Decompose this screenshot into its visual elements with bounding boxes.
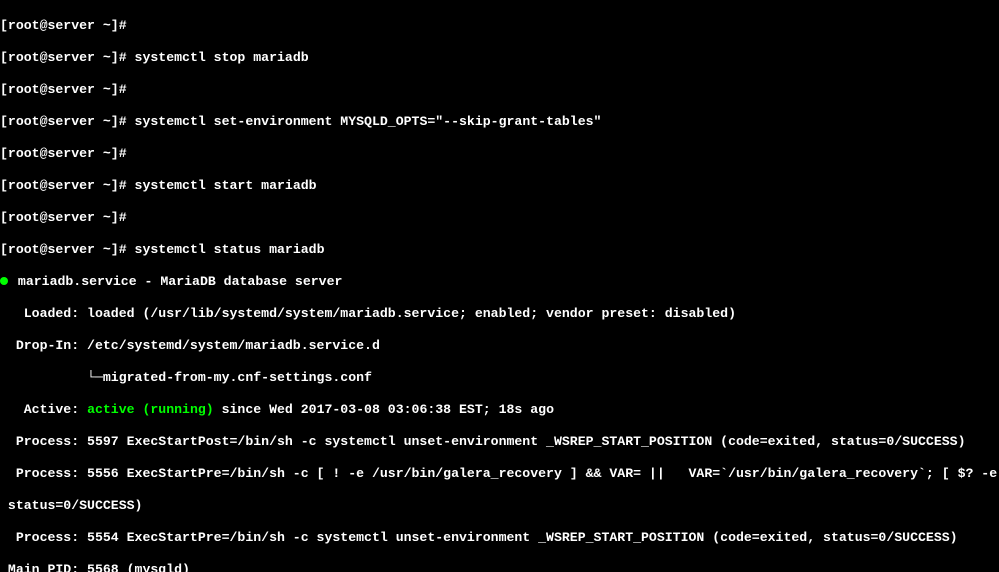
shell-prompt: [root@server ~]#: [0, 114, 135, 129]
process-line-2b: status=0/SUCCESS): [0, 498, 999, 514]
prompt-line: [root@server ~]#: [0, 18, 999, 34]
process-line-3: Process: 5554 ExecStartPre=/bin/sh -c sy…: [0, 530, 999, 546]
cmd-start: [root@server ~]# systemctl start mariadb: [0, 178, 999, 194]
terminal-output[interactable]: [root@server ~]# [root@server ~]# system…: [0, 0, 999, 572]
command-text: systemctl stop mariadb: [135, 50, 309, 65]
shell-prompt: [root@server ~]#: [0, 242, 135, 257]
process-line-2a: Process: 5556 ExecStartPre=/bin/sh -c [ …: [0, 466, 999, 482]
dropin-line-1: Drop-In: /etc/systemd/system/mariadb.ser…: [0, 338, 999, 354]
active-status: active (running): [87, 402, 214, 417]
shell-prompt: [root@server ~]#: [0, 178, 135, 193]
loaded-line: Loaded: loaded (/usr/lib/systemd/system/…: [0, 306, 999, 322]
prompt-line: [root@server ~]#: [0, 146, 999, 162]
dropin-line-2: └─migrated-from-my.cnf-settings.conf: [0, 370, 999, 386]
shell-prompt: [root@server ~]#: [0, 146, 135, 161]
command-text: systemctl start mariadb: [135, 178, 317, 193]
status-dot-icon: [0, 277, 8, 285]
cmd-stop: [root@server ~]# systemctl stop mariadb: [0, 50, 999, 66]
shell-prompt: [root@server ~]#: [0, 210, 135, 225]
mainpid-line: Main PID: 5568 (mysqld): [0, 562, 999, 572]
unit-header: mariadb.service - MariaDB database serve…: [0, 274, 999, 290]
command-text: systemctl status mariadb: [135, 242, 325, 257]
prompt-line: [root@server ~]#: [0, 82, 999, 98]
shell-prompt: [root@server ~]#: [0, 18, 135, 33]
prompt-line: [root@server ~]#: [0, 210, 999, 226]
shell-prompt: [root@server ~]#: [0, 82, 135, 97]
cmd-status: [root@server ~]# systemctl status mariad…: [0, 242, 999, 258]
command-text: systemctl set-environment MYSQLD_OPTS="-…: [135, 114, 602, 129]
active-line: Active: active (running) since Wed 2017-…: [0, 402, 999, 418]
cmd-setenv: [root@server ~]# systemctl set-environme…: [0, 114, 999, 130]
process-line-1: Process: 5597 ExecStartPost=/bin/sh -c s…: [0, 434, 999, 450]
shell-prompt: [root@server ~]#: [0, 50, 135, 65]
